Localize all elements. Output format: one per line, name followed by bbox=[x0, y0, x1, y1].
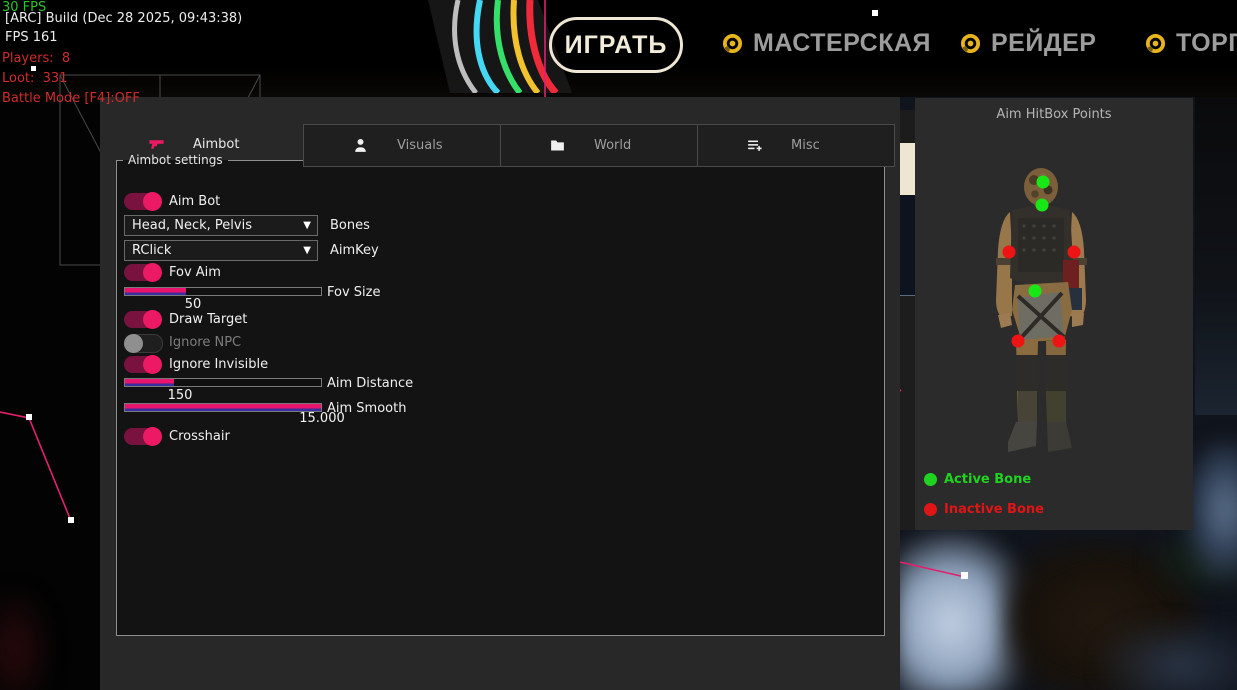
tab-label: Aimbot bbox=[193, 137, 239, 152]
tab-visuals[interactable]: Visuals bbox=[303, 124, 501, 167]
draw-target-label: Draw Target bbox=[169, 312, 247, 327]
crosshair-label: Crosshair bbox=[169, 429, 230, 444]
aimbot-settings-group: Aimbot settings Aim Bot Head, Neck, Pelv… bbox=[116, 153, 885, 636]
draw-target-toggle[interactable] bbox=[124, 311, 161, 328]
toggle-knob bbox=[124, 334, 143, 353]
menu-item-workshop[interactable]: МАСТЕРСКАЯ bbox=[722, 28, 931, 58]
screen: ИГРАТЬ МАСТЕРСКАЯ РЕЙДЕР ТОРГО 30 FPS [A… bbox=[0, 0, 1237, 690]
inactive-bone-dot bbox=[924, 503, 937, 516]
tab-label: Visuals bbox=[397, 138, 443, 153]
aimkey-selected-value: RClick bbox=[132, 243, 303, 258]
loot-text: Loot: 331 bbox=[2, 71, 67, 86]
cheat-menu-panel: Aimbot Visuals World Misc bbox=[100, 97, 900, 690]
menu-item-label: РЕЙДЕР bbox=[991, 29, 1096, 58]
tab-misc[interactable]: Misc bbox=[697, 124, 895, 167]
battle-mode-text: Battle Mode [F4]:OFF bbox=[2, 91, 140, 106]
hitbox-point-right-hand bbox=[1053, 335, 1066, 348]
aim-bot-toggle[interactable] bbox=[124, 193, 161, 210]
ignore-invisible-label: Ignore Invisible bbox=[169, 357, 268, 372]
crosshair-row: Crosshair bbox=[124, 428, 877, 450]
build-text: [ARC] Build (Dec 28 2025, 09:43:38) bbox=[5, 11, 242, 26]
tab-aimbot[interactable]: Aimbot bbox=[100, 124, 302, 165]
toggle-knob bbox=[143, 263, 162, 282]
person-icon bbox=[352, 137, 369, 154]
hitbox-point-left-elbow bbox=[1003, 246, 1016, 259]
chevron-down-icon: ▼ bbox=[303, 220, 311, 231]
legend-active-bone: Active Bone bbox=[924, 472, 1031, 487]
hitbox-point-left-hand bbox=[1012, 335, 1025, 348]
ignore-npc-row: Ignore NPC bbox=[124, 334, 877, 356]
toggle-knob bbox=[143, 192, 162, 211]
bones-label: Bones bbox=[330, 218, 370, 233]
ignore-npc-toggle[interactable] bbox=[124, 334, 163, 353]
debug-hud: 30 FPS [ARC] Build (Dec 28 2025, 09:43:3… bbox=[0, 0, 17, 120]
chevron-down-icon: ▼ bbox=[303, 245, 311, 256]
crosshair-toggle[interactable] bbox=[124, 428, 161, 445]
slider-fill bbox=[125, 404, 321, 411]
bones-select[interactable]: Head, Neck, Pelvis ▼ bbox=[124, 215, 318, 236]
menu-item-traders[interactable]: ТОРГО bbox=[1145, 28, 1237, 58]
fov-aim-label: Fov Aim bbox=[169, 265, 221, 280]
hitbox-points-layer bbox=[915, 98, 1193, 530]
inactive-bone-label: Inactive Bone bbox=[944, 502, 1044, 517]
aim-bot-row: Aim Bot bbox=[124, 193, 877, 215]
fov-aim-toggle[interactable] bbox=[124, 264, 161, 281]
playlist-add-icon bbox=[746, 137, 763, 154]
draw-target-row: Draw Target bbox=[124, 311, 877, 333]
fov-size-label: Fov Size bbox=[327, 285, 380, 300]
pistol-icon bbox=[148, 136, 165, 153]
ignore-invisible-toggle[interactable] bbox=[124, 356, 161, 373]
aim-distance-slider[interactable] bbox=[124, 378, 322, 387]
hitbox-point-pelvis bbox=[1029, 285, 1042, 298]
play-button[interactable]: ИГРАТЬ bbox=[549, 17, 683, 73]
toggle-knob bbox=[143, 310, 162, 329]
players-text: Players: 8 bbox=[2, 51, 70, 66]
aim-bot-label: Aim Bot bbox=[169, 194, 220, 209]
bones-row: Head, Neck, Pelvis ▼ Bones bbox=[124, 215, 877, 237]
tab-label: Misc bbox=[791, 138, 820, 153]
aimkey-row: RClick ▼ AimKey bbox=[124, 240, 877, 262]
hitbox-point-head bbox=[1037, 176, 1050, 189]
legend-inactive-bone: Inactive Bone bbox=[924, 502, 1044, 517]
fov-size-value: 50 bbox=[185, 297, 202, 312]
ignore-invisible-row: Ignore Invisible bbox=[124, 356, 877, 378]
menu-item-label: МАСТЕРСКАЯ bbox=[753, 29, 931, 58]
hitbox-preview-panel: Aim HitBox Points bbox=[915, 98, 1193, 530]
aimkey-label: AimKey bbox=[330, 243, 379, 258]
menu-item-label: ТОРГО bbox=[1176, 29, 1237, 58]
aim-distance-value: 150 bbox=[168, 388, 193, 403]
ignore-npc-label: Ignore NPC bbox=[169, 335, 241, 350]
aimkey-select[interactable]: RClick ▼ bbox=[124, 240, 318, 261]
coin-icon bbox=[1145, 33, 1166, 54]
hitbox-point-right-elbow bbox=[1068, 246, 1081, 259]
slider-fill bbox=[125, 379, 174, 386]
folder-icon bbox=[549, 137, 566, 154]
fps-text: FPS 161 bbox=[5, 30, 58, 45]
tab-world[interactable]: World bbox=[500, 124, 698, 167]
aim-smooth-value: 15.000 bbox=[299, 411, 345, 426]
aim-smooth-slider[interactable] bbox=[124, 403, 322, 412]
fov-size-slider[interactable] bbox=[124, 287, 322, 296]
slider-fill bbox=[125, 288, 186, 295]
tab-label: World bbox=[594, 138, 631, 153]
coin-icon bbox=[722, 33, 743, 54]
bones-selected-value: Head, Neck, Pelvis bbox=[132, 218, 303, 233]
toggle-knob bbox=[143, 427, 162, 446]
fov-aim-row: Fov Aim bbox=[124, 264, 877, 286]
menu-item-raider[interactable]: РЕЙДЕР bbox=[960, 28, 1096, 58]
aim-distance-label: Aim Distance bbox=[327, 376, 413, 391]
active-bone-dot bbox=[924, 473, 937, 486]
toggle-knob bbox=[143, 355, 162, 374]
coin-icon bbox=[960, 33, 981, 54]
hitbox-point-neck bbox=[1036, 199, 1049, 212]
active-bone-label: Active Bone bbox=[944, 472, 1031, 487]
